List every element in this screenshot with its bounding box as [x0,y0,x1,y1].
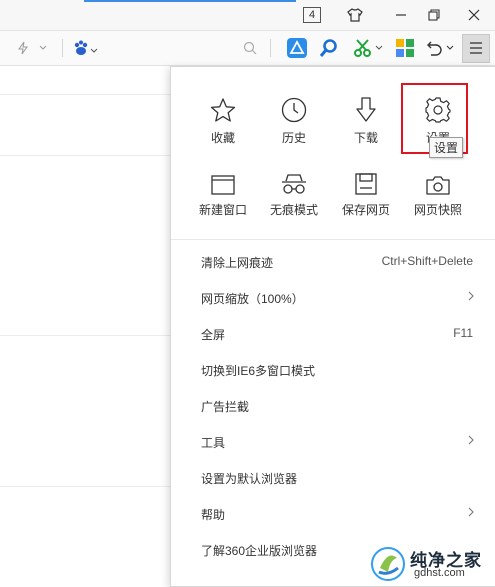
shortcut-label: Ctrl+Shift+Delete [381,254,473,268]
baidu-paw-icon[interactable] [72,37,100,59]
lightning-icon[interactable] [14,37,32,59]
main-menu-button[interactable] [462,34,490,63]
chevron-down-icon[interactable] [444,37,456,59]
restore-icon[interactable] [422,4,446,26]
page-divider [0,94,170,95]
download-arrow-icon [355,93,377,123]
page-snapshot-label: 网页快照 [413,203,462,217]
settings-tooltip: 设置 [429,137,464,158]
chevron-down-icon[interactable] [374,37,384,59]
minimize-icon[interactable] [389,4,413,26]
menu-item-label: 切换到IE6多窗口模式 [201,364,316,378]
menu-item-label: 帮助 [201,508,226,522]
history-button[interactable]: 历史 [259,93,329,153]
menu-item-label: 广告拦截 [201,400,250,414]
menu-item-help[interactable]: 帮助 [171,496,495,532]
translate-triangle-icon[interactable] [286,37,308,59]
window-icon [211,165,235,195]
menu-item-zoom[interactable]: 网页缩放（100%） [171,280,495,316]
watermark-url: gdhst.com [414,567,465,579]
new-window-label: 新建窗口 [198,203,247,217]
watermark-logo [371,547,405,581]
save-page-label: 保存网页 [341,203,390,217]
menu-item-label: 清除上网痕迹 [201,256,274,270]
undo-icon[interactable] [424,37,444,59]
chevron-down-icon[interactable] [36,37,50,59]
page-divider [0,155,170,156]
incognito-label: 无痕模式 [269,203,318,217]
favorites-button[interactable]: 收藏 [188,93,258,153]
download-label: 下载 [353,131,378,145]
chevron-right-icon [468,290,474,304]
watermark: 纯净之家 gdhst.com [362,542,494,586]
menu-item-label: 设置为默认浏览器 [201,472,298,486]
menu-item-clear-history[interactable]: 清除上网痕迹 Ctrl+Shift+Delete [171,244,495,280]
new-window-button[interactable]: 新建窗口 [188,165,258,225]
toolbar-divider [62,39,63,57]
menu-divider [171,239,495,240]
camera-icon [426,165,450,195]
incognito-button[interactable]: 无痕模式 [259,165,329,225]
close-icon[interactable] [462,4,486,26]
toolbar [0,31,495,66]
apps-grid-icon[interactable] [394,37,416,59]
save-page-button[interactable]: 保存网页 [331,165,401,225]
history-label: 历史 [281,131,306,145]
menu-item-ad-block[interactable]: 广告拦截 [171,388,495,424]
menu-item-label: 了解360企业版浏览器 [201,544,318,558]
toolbar-divider [270,39,271,57]
magnifier-tool-icon[interactable] [318,37,340,59]
page-divider [0,486,170,487]
main-menu-dropdown: 收藏 历史 下载 设置 新建窗口 无痕模式 [170,66,495,587]
search-icon[interactable] [241,37,259,59]
floppy-save-icon [355,165,377,195]
star-icon [210,93,236,123]
favorites-label: 收藏 [210,131,235,145]
skin-shirt-icon[interactable] [343,4,367,26]
tab-count-badge[interactable]: 4 [303,7,321,23]
page-snapshot-button[interactable]: 网页快照 [403,165,473,225]
incognito-glasses-icon [281,165,307,195]
hamburger-icon [470,42,482,54]
chevron-right-icon [468,506,474,520]
menu-item-set-default[interactable]: 设置为默认浏览器 [171,460,495,496]
title-bar: 4 [0,0,495,31]
shortcut-label: F11 [453,326,473,340]
screenshot-scissors-icon[interactable] [352,37,374,59]
page-divider [0,335,170,336]
clock-icon [281,93,307,123]
active-tab-indicator [84,0,296,2]
download-button[interactable]: 下载 [331,93,401,153]
menu-item-tools[interactable]: 工具 [171,424,495,460]
menu-item-label: 全屏 [201,328,226,342]
chevron-right-icon [468,434,474,448]
menu-item-label: 工具 [201,436,226,450]
menu-item-label: 网页缩放（100%） [201,292,304,306]
menu-item-fullscreen[interactable]: 全屏 F11 [171,316,495,352]
menu-item-ie6-mode[interactable]: 切换到IE6多窗口模式 [171,352,495,388]
